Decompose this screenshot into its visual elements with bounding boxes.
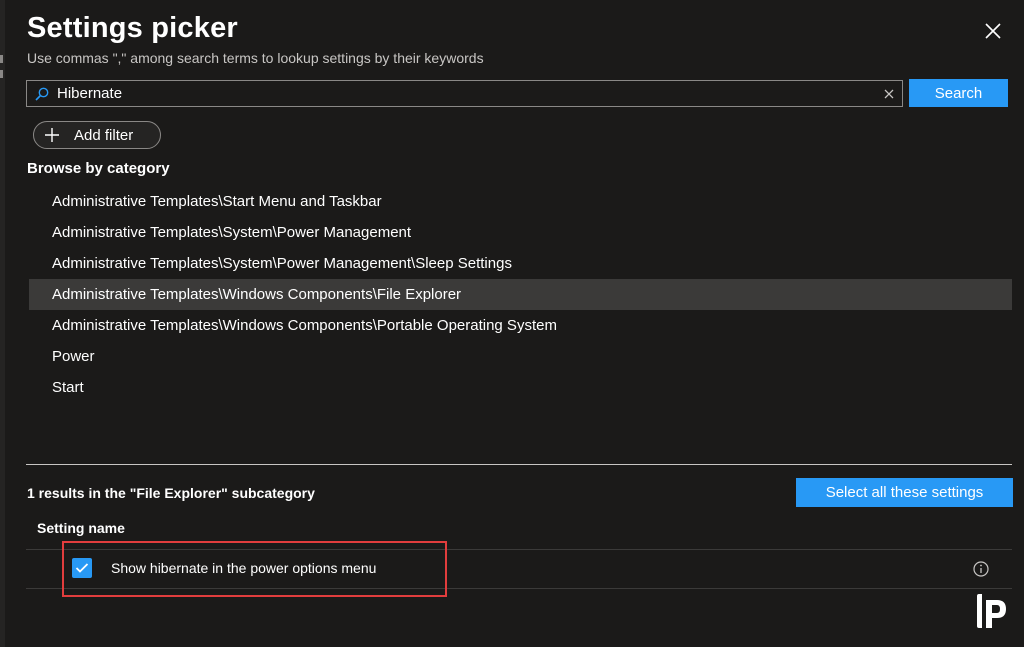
search-button[interactable]: Search	[909, 79, 1008, 107]
table-divider	[26, 588, 1012, 589]
page-subtitle: Use commas "," among search terms to loo…	[27, 50, 484, 66]
category-item[interactable]: Start	[29, 372, 1012, 403]
browse-heading: Browse by category	[27, 160, 170, 177]
category-item-selected[interactable]: Administrative Templates\Windows Compone…	[29, 279, 1012, 310]
left-rail	[0, 0, 5, 647]
setting-checkbox[interactable]	[72, 558, 92, 578]
table-row: Show hibernate in the power options menu	[26, 550, 1012, 588]
column-header-setting-name: Setting name	[37, 520, 125, 536]
category-item[interactable]: Administrative Templates\Start Menu and …	[29, 186, 1012, 217]
add-filter-label: Add filter	[74, 126, 134, 144]
plus-icon	[38, 122, 66, 148]
category-list: Administrative Templates\Start Menu and …	[29, 186, 1012, 403]
close-icon	[985, 23, 1001, 39]
rail-mark	[0, 70, 3, 78]
select-all-button[interactable]: Select all these settings	[796, 478, 1013, 507]
clear-icon[interactable]	[876, 81, 902, 106]
search-box	[26, 80, 903, 107]
category-item[interactable]: Administrative Templates\System\Power Ma…	[29, 248, 1012, 279]
category-item[interactable]: Administrative Templates\System\Power Ma…	[29, 217, 1012, 248]
logo-icon	[977, 594, 1006, 628]
section-divider	[26, 464, 1012, 465]
add-filter-button[interactable]: Add filter	[33, 121, 161, 149]
results-summary: 1 results in the "File Explorer" subcate…	[27, 485, 315, 501]
close-button[interactable]	[980, 18, 1006, 44]
rail-mark	[0, 55, 3, 63]
checkmark-icon	[75, 563, 89, 573]
category-item[interactable]: Power	[29, 341, 1012, 372]
setting-name: Show hibernate in the power options menu	[111, 560, 377, 576]
search-icon	[31, 81, 53, 106]
category-item[interactable]: Administrative Templates\Windows Compone…	[29, 310, 1012, 341]
info-icon[interactable]	[972, 560, 990, 578]
search-input[interactable]	[53, 81, 876, 106]
page-title: Settings picker	[27, 12, 238, 44]
